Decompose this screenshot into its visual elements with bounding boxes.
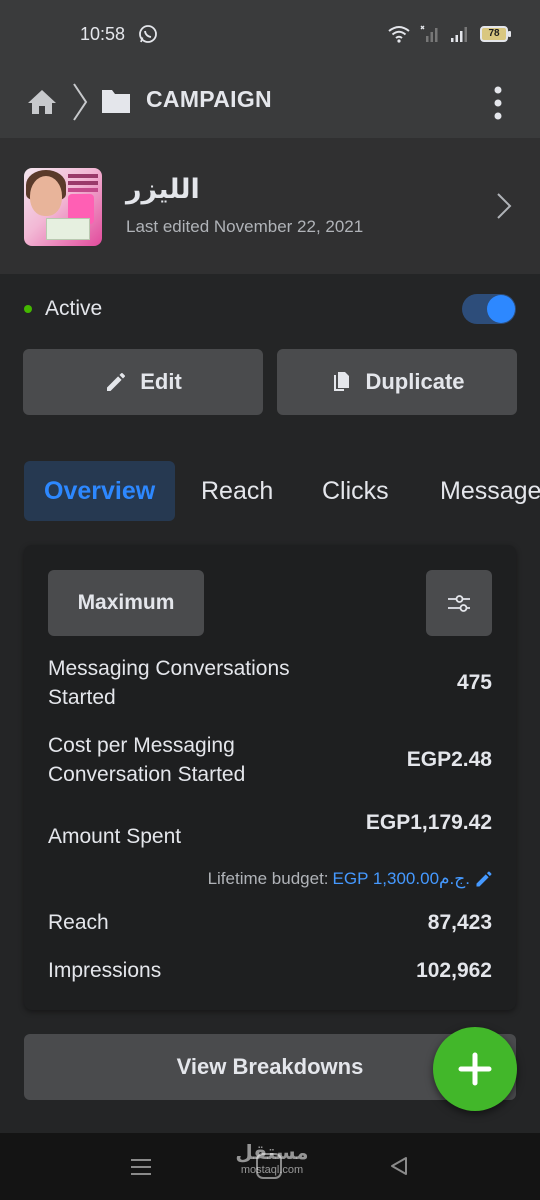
campaign-thumbnail [24,168,102,246]
date-range-button[interactable]: Maximum [48,570,204,636]
metric-value-impressions: 102,962 [416,959,492,982]
metric-value-conversations: 475 [456,671,492,694]
lifetime-budget-label: Lifetime budget: [207,869,329,888]
lifetime-budget-value[interactable]: EGP 1,300.00ج.م. [333,869,470,889]
pencil-icon [107,373,126,391]
status-icons: 78 [388,24,511,44]
watermark-arabic: مستقل [235,1142,309,1164]
active-toggle[interactable] [462,294,516,324]
campaign-last-edited: Last edited November 22, 2021 [126,217,364,236]
chevron-right-icon[interactable] [496,192,512,220]
recent-apps-icon[interactable] [130,1157,152,1177]
whatsapp-icon [139,25,157,43]
metric-value-reach: 87,423 [427,911,492,934]
toggle-knob [487,295,515,323]
lifetime-budget: Lifetime budget: EGP 1,300.00ج.م. [208,869,494,889]
metric-label-amount-spent: Amount Spent [48,825,182,848]
status-label: Active [45,297,103,320]
watermark-latin: mostaql.com [240,1164,304,1176]
metric-value-amount-spent: EGP1,179.42 [365,811,492,834]
metric-label-conversations: Messaging Conversations Started [48,657,290,709]
tab-overview[interactable]: Overview [24,461,176,521]
battery-icon: 78 [480,26,511,42]
duplicate-button-label: Duplicate [365,369,465,394]
tab-clicks[interactable]: Clicks [322,461,389,521]
campaign-name: الليزر [126,174,200,204]
signal-icon [451,27,467,42]
status-dot [24,305,32,313]
page-title: CAMPAIGN [146,86,272,112]
sliders-icon [448,595,470,612]
status-time: 10:58 [80,24,126,44]
edit-button-label: Edit [140,369,182,394]
metric-value-cost-per-conversation: EGP2.48 [406,748,492,771]
customize-metrics-button[interactable] [426,570,492,636]
back-icon[interactable] [388,1155,410,1177]
wifi-icon [388,26,410,43]
folder-icon[interactable] [100,86,132,116]
campaign-header[interactable]: الليزر Last edited November 22, 2021 [0,138,540,274]
status-bar: 10:58 78 [0,0,540,68]
app-bar: CAMPAIGN [0,68,540,138]
tab-reach[interactable]: Reach [201,461,273,521]
metric-label-cost-per-conversation: Cost per Messaging Conversation Started [48,734,246,786]
tab-bar: Overview Reach Clicks Messages [0,461,540,523]
duplicate-button[interactable]: Duplicate [277,349,517,415]
metric-label-impressions: Impressions [48,959,162,982]
plus-icon [458,1052,492,1086]
tab-messages[interactable]: Messages [440,461,540,521]
edit-budget-icon[interactable] [474,869,494,889]
create-fab[interactable] [433,1027,517,1111]
more-options-icon[interactable] [486,80,510,126]
home-icon[interactable] [26,86,58,118]
breadcrumb-chevron-icon [73,83,88,121]
watermark: مستقل mostaql.com [232,1142,312,1176]
metric-label-reach: Reach [48,911,109,934]
edit-button[interactable]: Edit [23,349,263,415]
overview-card: Maximum Messaging Conversations Started … [24,545,516,1010]
signal-off-icon [420,25,438,42]
duplicate-icon [334,372,350,391]
